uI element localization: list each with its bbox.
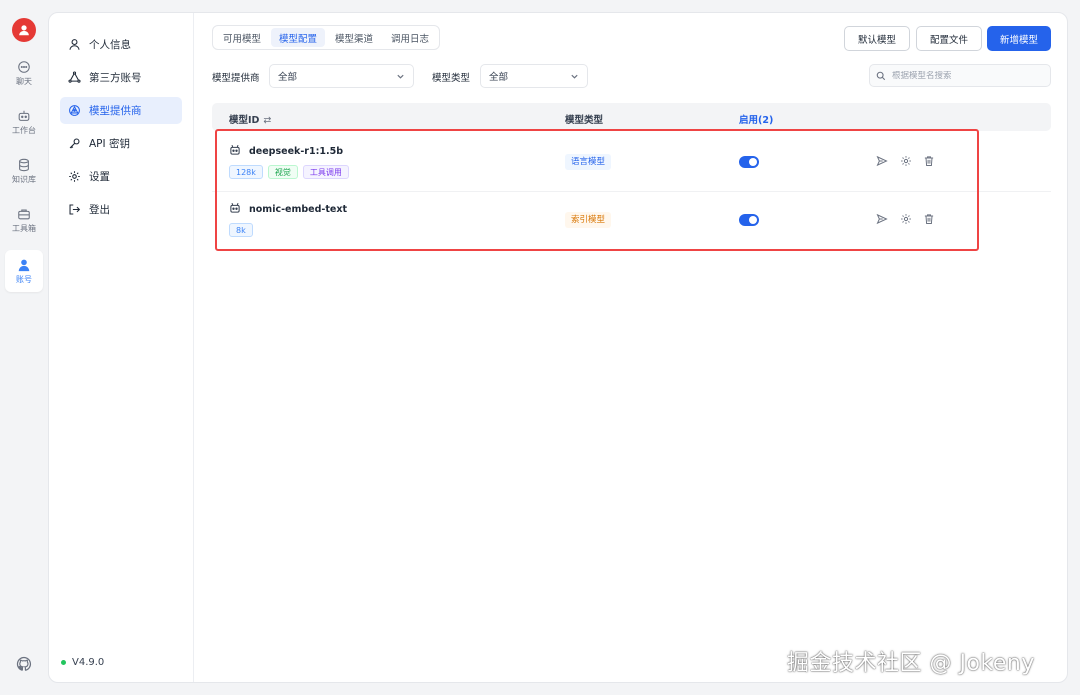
robot-icon — [18, 110, 30, 121]
logout-icon — [69, 204, 81, 215]
tab-call-logs[interactable]: 调用日志 — [383, 28, 437, 47]
rail-item-label: 聊天 — [16, 77, 32, 86]
github-icon[interactable] — [16, 656, 32, 672]
chat-icon — [18, 61, 30, 73]
model-tags: 8k — [229, 223, 253, 237]
context-tag: 8k — [229, 223, 253, 237]
avatar-user-icon — [19, 25, 29, 36]
provider-select[interactable]: 全部 — [269, 64, 414, 88]
tool-call-tag: 工具调用 — [302, 165, 349, 179]
search-icon — [876, 71, 886, 80]
rail-item-toolbox[interactable]: 工具箱 — [5, 199, 43, 241]
rail-item-label: 工作台 — [12, 126, 36, 135]
sidebar-item-label: 登出 — [89, 204, 110, 216]
table-row: nomic-embed-text 8k 索引模型 — [212, 191, 1051, 248]
sidebar-item-label: 模型提供商 — [89, 105, 142, 117]
chevron-down-icon — [571, 74, 578, 79]
tab-bar: 可用模型 模型配置 模型渠道 调用日志 — [212, 25, 441, 50]
send-icon[interactable] — [876, 155, 888, 167]
table-header: 模型ID ⇄ 模型类型 启用(2) — [212, 103, 1051, 131]
version-indicator: V4.9.0 — [61, 657, 104, 668]
triangle-nodes-icon — [68, 71, 81, 83]
provider-icon — [69, 105, 80, 116]
gear-icon — [69, 171, 80, 182]
chevron-down-icon — [397, 74, 404, 79]
tab-model-config[interactable]: 模型配置 — [271, 28, 326, 47]
model-name: deepseek-r1:1.5b — [249, 146, 344, 157]
sidebar-item-label: 设置 — [89, 171, 110, 183]
sidebar-item-label: 个人信息 — [89, 39, 131, 51]
trash-icon[interactable] — [923, 155, 935, 167]
sidebar-item-third-party[interactable]: 第三方账号 — [60, 64, 182, 91]
rail-item-label: 账号 — [16, 275, 32, 284]
rail-item-knowledge[interactable]: 知识库 — [5, 150, 43, 192]
model-robot-icon — [230, 202, 240, 213]
sidebar-item-label: 第三方账号 — [89, 72, 142, 84]
trash-icon[interactable] — [923, 213, 935, 225]
context-tag: 128k — [229, 165, 263, 179]
model-type-badge: 索引模型 — [565, 212, 612, 228]
model-robot-icon — [230, 144, 240, 155]
column-header-enabled: 启用(2) — [739, 115, 774, 126]
settings-sidebar: 个人信息 第三方账号 模型提供商 API 密钥 设置 登出 V4.9.0 — [49, 13, 194, 682]
table-row: deepseek-r1:1.5b 128k 视觉 工具调用 语言模型 — [212, 134, 1051, 191]
rail-item-chat[interactable]: 聊天 — [5, 52, 43, 94]
key-icon — [69, 138, 80, 149]
sidebar-item-api-key[interactable]: API 密钥 — [60, 130, 182, 157]
provider-filter-label: 模型提供商 — [212, 73, 260, 84]
column-header-model-id: 模型ID ⇄ — [229, 112, 271, 126]
enable-toggle[interactable] — [739, 214, 759, 226]
user-icon — [69, 39, 80, 50]
toolbox-icon — [18, 209, 30, 220]
main-card: 个人信息 第三方账号 模型提供商 API 密钥 设置 登出 V4.9.0 可用模… — [48, 12, 1068, 683]
vision-tag: 视觉 — [267, 165, 298, 179]
gear-icon[interactable] — [900, 213, 912, 225]
rail-item-label: 工具箱 — [12, 224, 36, 233]
gear-icon[interactable] — [900, 155, 912, 167]
tab-available-models[interactable]: 可用模型 — [215, 28, 269, 47]
column-model-id-label: 模型ID — [229, 115, 260, 126]
type-select-value: 全部 — [489, 72, 509, 83]
rail-item-workbench[interactable]: 工作台 — [5, 101, 43, 143]
user-icon — [18, 259, 30, 272]
version-label: V4.9.0 — [72, 657, 105, 668]
search-input[interactable] — [892, 70, 1042, 81]
model-type-badge: 语言模型 — [565, 154, 612, 170]
type-filter-label: 模型类型 — [432, 73, 471, 84]
model-name: nomic-embed-text — [249, 204, 348, 215]
rail-item-account[interactable]: 账号 — [5, 250, 43, 292]
send-icon[interactable] — [876, 213, 888, 225]
provider-select-value: 全部 — [278, 72, 298, 83]
column-header-model-type: 模型类型 — [565, 115, 604, 126]
user-avatar[interactable] — [12, 18, 36, 42]
sidebar-item-profile[interactable]: 个人信息 — [60, 31, 182, 58]
database-icon — [19, 158, 29, 172]
app-rail: 聊天 工作台 知识库 工具箱 账号 — [0, 0, 48, 695]
watermark: 掘金技术社区 @ Jokeny — [787, 651, 1035, 676]
sidebar-item-logout[interactable]: 登出 — [60, 196, 182, 223]
rail-item-label: 知识库 — [12, 175, 36, 184]
search-box — [869, 64, 1051, 87]
model-tags: 128k 视觉 工具调用 — [229, 165, 349, 179]
enable-toggle[interactable] — [739, 156, 759, 168]
sort-swap-icon[interactable]: ⇄ — [263, 115, 271, 126]
default-model-button[interactable]: 默认模型 — [844, 26, 910, 51]
sidebar-item-settings[interactable]: 设置 — [60, 163, 182, 190]
type-select[interactable]: 全部 — [480, 64, 588, 88]
status-dot — [61, 660, 66, 665]
tab-model-channels[interactable]: 模型渠道 — [327, 28, 381, 47]
config-file-button[interactable]: 配置文件 — [916, 26, 982, 51]
sidebar-item-label: API 密钥 — [89, 138, 130, 150]
add-model-button[interactable]: 新增模型 — [987, 26, 1051, 51]
sidebar-item-model-provider[interactable]: 模型提供商 — [60, 97, 182, 124]
